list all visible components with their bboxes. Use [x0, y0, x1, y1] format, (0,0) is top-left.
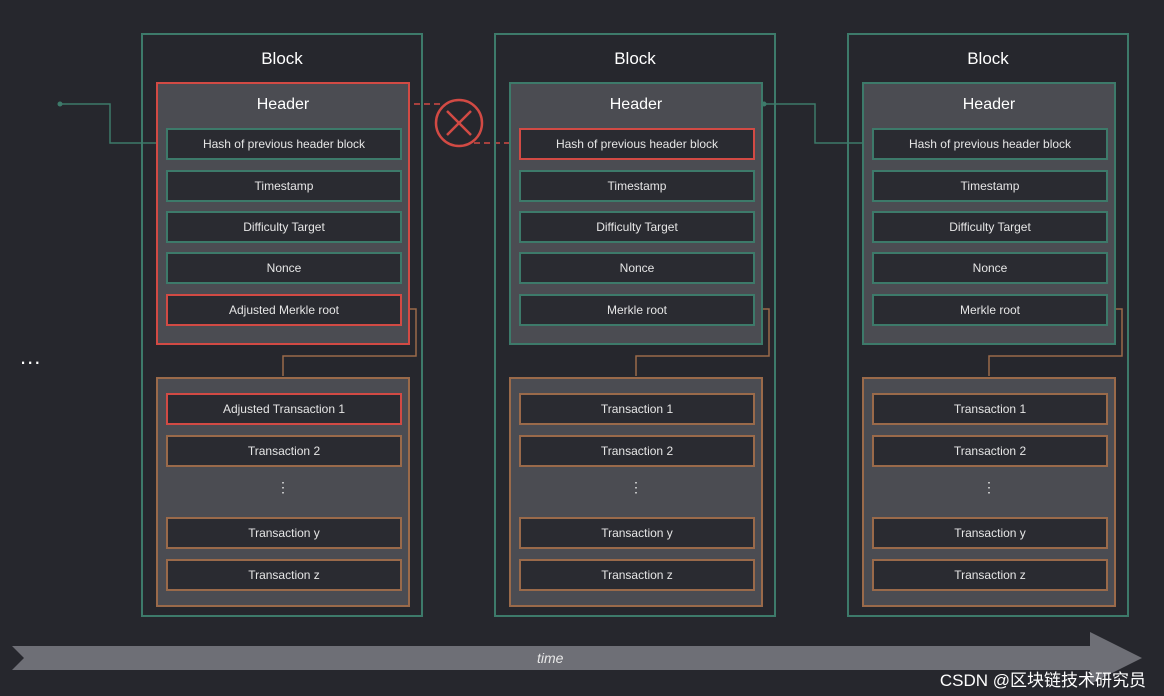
transaction-item: Transaction y [166, 517, 402, 549]
field-merkle-root: Adjusted Merkle root [166, 294, 402, 326]
transactions-ellipsis: ⋮ [982, 479, 996, 495]
field-timestamp: Timestamp [872, 170, 1108, 202]
block-3: Block Header Hash of previous header blo… [847, 33, 1129, 617]
field-timestamp: Timestamp [519, 170, 755, 202]
field-prev-hash: Hash of previous header block [166, 128, 402, 160]
header-title: Header [256, 96, 310, 113]
header-title: Header [609, 96, 663, 113]
block-title: Block [261, 49, 303, 68]
transactions-panel: Transaction 1 Transaction 2 ⋮ Transactio… [862, 377, 1116, 607]
field-nonce: Nonce [166, 252, 402, 284]
block-header: Header Hash of previous header block Tim… [156, 82, 410, 345]
field-prev-hash: Hash of previous header block [519, 128, 755, 160]
block-title: Block [967, 49, 1009, 68]
transaction-item: Transaction 1 [872, 393, 1108, 425]
block-title: Block [614, 49, 656, 68]
field-difficulty: Difficulty Target [519, 211, 755, 243]
field-timestamp: Timestamp [166, 170, 402, 202]
time-label: time [537, 650, 564, 666]
transaction-item: Adjusted Transaction 1 [166, 393, 402, 425]
transaction-item: Transaction 1 [519, 393, 755, 425]
block-1: Block Header Hash of previous header blo… [141, 33, 423, 617]
field-nonce: Nonce [519, 252, 755, 284]
broken-link-icon [434, 98, 484, 148]
previous-blocks-ellipsis: ... [20, 344, 42, 369]
transactions-panel: Adjusted Transaction 1 Transaction 2 ⋮ T… [156, 377, 410, 607]
transaction-item: Transaction z [519, 559, 755, 591]
transaction-item: Transaction 2 [519, 435, 755, 467]
block-header: Header Hash of previous header block Tim… [862, 82, 1116, 345]
transactions-ellipsis: ⋮ [276, 479, 290, 495]
transactions-panel: Transaction 1 Transaction 2 ⋮ Transactio… [509, 377, 763, 607]
transaction-item: Transaction 2 [166, 435, 402, 467]
field-merkle-root: Merkle root [872, 294, 1108, 326]
transactions-ellipsis: ⋮ [629, 479, 643, 495]
field-nonce: Nonce [872, 252, 1108, 284]
transaction-item: Transaction z [166, 559, 402, 591]
header-title: Header [962, 96, 1016, 113]
field-merkle-root: Merkle root [519, 294, 755, 326]
transaction-item: Transaction y [872, 517, 1108, 549]
field-difficulty: Difficulty Target [872, 211, 1108, 243]
link-end-dot [57, 101, 63, 107]
transaction-item: Transaction y [519, 517, 755, 549]
block-header: Header Hash of previous header block Tim… [509, 82, 763, 345]
transaction-item: Transaction 2 [872, 435, 1108, 467]
field-prev-hash: Hash of previous header block [872, 128, 1108, 160]
field-difficulty: Difficulty Target [166, 211, 402, 243]
block-2: Block Header Hash of previous header blo… [494, 33, 776, 617]
watermark: CSDN @区块链技术研究员 [939, 671, 1146, 690]
transaction-item: Transaction z [872, 559, 1108, 591]
